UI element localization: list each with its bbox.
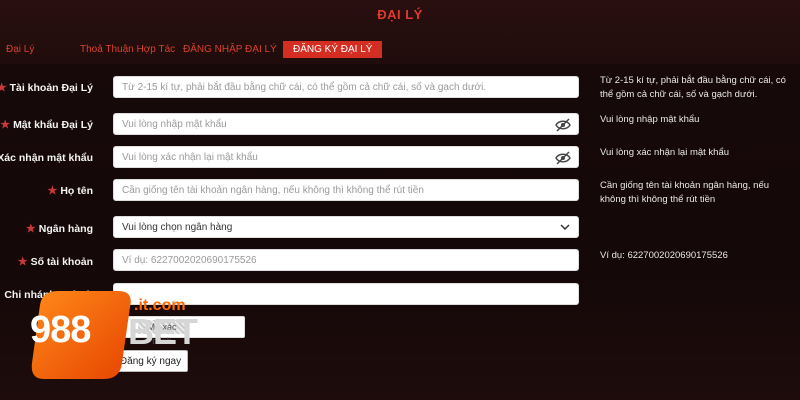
account-label: ★ Tài khoản Đại Lý	[0, 81, 93, 95]
required-star-icon: ★	[17, 256, 28, 268]
nav-item-register[interactable]: ĐĂNG KÝ ĐẠI LÝ	[283, 41, 383, 58]
logo-number: 988	[30, 309, 91, 351]
account-input[interactable]: Từ 2-15 kí tự, phải bắt đầu bằng chữ cái…	[113, 76, 579, 98]
page-title: ĐẠI LÝ	[377, 7, 423, 22]
logo-word: BET	[128, 311, 198, 352]
required-star-icon: ★	[25, 223, 36, 235]
chevron-down-icon	[560, 224, 570, 231]
account-number-input[interactable]: Ví dụ: 6227002020690175526	[113, 249, 579, 271]
nav-item-dai-ly[interactable]: Đại Lý	[6, 44, 34, 55]
brand-logo: 988 .it.com BET	[30, 285, 210, 385]
confirm-password-hint: Vui lòng xác nhận lại mật khẩu	[600, 147, 730, 158]
required-star-icon: ★	[0, 119, 11, 131]
required-star-icon: ★	[0, 82, 7, 94]
eye-slash-icon[interactable]	[555, 118, 571, 132]
confirm-password-input[interactable]: Vui lòng xác nhận lại mật khẩu	[113, 146, 579, 168]
nav-item-login[interactable]: ĐĂNG NHẬP ĐẠI LÝ	[183, 44, 277, 55]
account-number-label: ★ Số tài khoản	[17, 255, 93, 269]
password-label: ★ Mật khẩu Đại Lý	[0, 118, 93, 132]
confirm-password-label: ★ Xác nhận mật khẩu	[0, 151, 93, 164]
fullname-input[interactable]: Cần giống tên tài khoản ngân hàng, nếu k…	[113, 179, 579, 201]
bank-label: ★ Ngân hàng	[25, 222, 93, 236]
account-hint: Từ 2-15 kí tự, phải bắt đầu bằng chữ cái…	[600, 75, 786, 100]
fullname-hint: Cần giống tên tài khoản ngân hàng, nếu k…	[600, 180, 770, 205]
bank-select[interactable]: Vui lòng chọn ngân hàng	[113, 216, 579, 238]
account-number-hint: Ví dụ: 6227002020690175526	[600, 250, 728, 261]
nav-item-cooperation[interactable]: Thoả Thuận Hợp Tác	[80, 44, 175, 55]
password-input[interactable]: Vui lòng nhập mật khẩu	[113, 113, 579, 135]
eye-slash-icon[interactable]	[555, 151, 571, 165]
password-hint: Vui lòng nhập mật khẩu	[600, 114, 700, 125]
required-star-icon: ★	[47, 185, 58, 197]
fullname-label: ★ Họ tên	[47, 184, 93, 198]
